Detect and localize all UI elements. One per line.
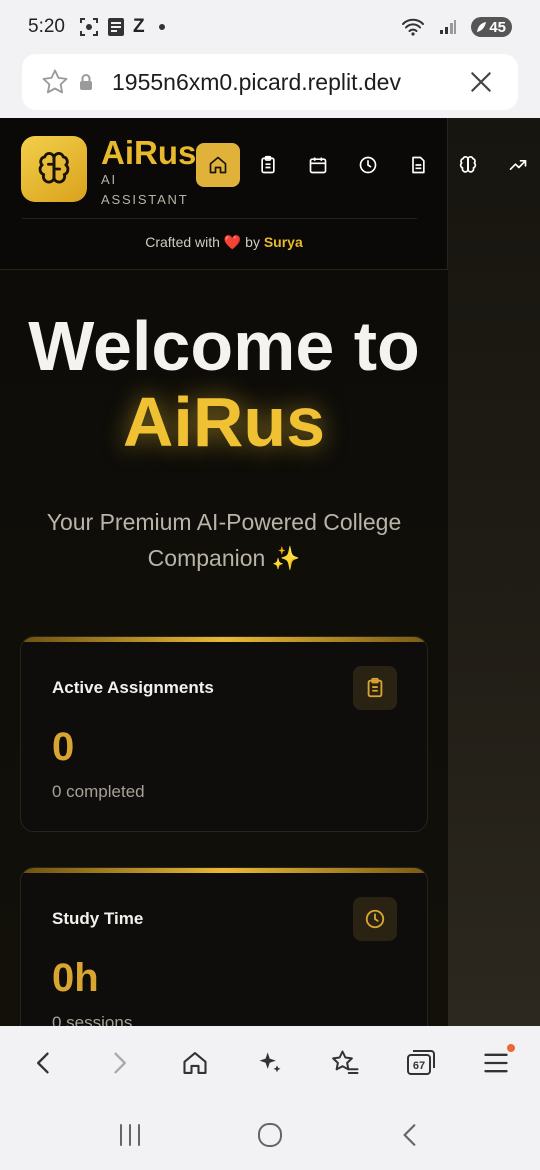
crafted-prefix: Crafted with — [145, 234, 220, 250]
back-button[interactable] — [19, 1038, 69, 1088]
menu-button[interactable] — [471, 1038, 521, 1088]
system-home-button[interactable] — [245, 1110, 295, 1160]
notes-app-icon — [107, 17, 125, 37]
page-viewport: AiRus AI ASSISTANT Crafted with ❤️ by Su… — [0, 118, 540, 1026]
nav-calendar-button[interactable] — [296, 143, 340, 187]
brain-icon — [459, 155, 477, 173]
trending-icon — [509, 160, 527, 170]
brand-name: AiRus — [101, 134, 197, 171]
forward-button[interactable] — [94, 1038, 144, 1088]
menu-icon — [484, 1053, 508, 1073]
app-nav — [196, 143, 540, 187]
back-chevron-icon — [403, 1124, 416, 1146]
brand-subtitle: AI ASSISTANT — [101, 172, 189, 207]
stat-card-study-time[interactable]: Study Time 0h 0 sessions — [20, 867, 428, 1026]
clock-icon — [353, 897, 397, 941]
close-icon[interactable] — [468, 69, 494, 95]
battery-indicator: 45 — [471, 17, 512, 37]
stat-card-assignments[interactable]: Active Assignments 0 0 completed — [20, 636, 428, 832]
nav-assignments-button[interactable] — [246, 143, 290, 187]
header-divider — [22, 218, 417, 219]
status-bar: 5:20 Z 45 — [0, 0, 540, 54]
menu-notification-dot — [507, 1044, 516, 1052]
favorite-star-icon[interactable] — [40, 67, 70, 97]
dashboard-main: Welcome to AiRus Your Premium AI-Powered… — [0, 270, 448, 1026]
author-name: Surya — [263, 234, 303, 250]
clipboard-icon — [353, 666, 397, 710]
home-circle-icon — [258, 1123, 282, 1147]
wifi-icon — [401, 18, 425, 36]
welcome-heading: Welcome to — [28, 307, 420, 385]
recent-apps-button[interactable] — [105, 1110, 155, 1160]
clipboard-icon — [261, 155, 275, 174]
card-title: Active Assignments — [52, 678, 214, 697]
tabs-button[interactable]: 67 — [396, 1038, 446, 1088]
recent-apps-icon — [120, 1124, 140, 1146]
nav-ai-button[interactable] — [446, 143, 490, 187]
app-header: AiRus AI ASSISTANT Crafted with ❤️ by Su… — [0, 118, 527, 270]
calendar-icon — [309, 157, 327, 174]
card-subtext: 0 completed — [52, 782, 145, 801]
tab-count: 67 — [413, 1060, 425, 1072]
card-subtext: 0 sessions — [52, 1013, 133, 1026]
tagline: Your Premium AI-Powered College Companio… — [46, 509, 402, 571]
card-value: 0 — [52, 725, 75, 769]
card-title: Study Time — [52, 909, 144, 928]
nav-progress-button[interactable] — [496, 143, 540, 187]
card-accent-bar — [21, 868, 427, 873]
status-time: 5:20 — [28, 16, 65, 37]
forward-arrow-icon — [114, 1052, 127, 1074]
nav-study-time-button[interactable] — [346, 143, 390, 187]
bookmarks-button[interactable] — [320, 1038, 370, 1088]
z-app-label: Z — [132, 16, 145, 37]
card-value: 0h — [52, 956, 99, 1000]
system-back-button[interactable] — [385, 1110, 435, 1160]
system-nav-bar — [0, 1100, 540, 1170]
welcome-accent: AiRus — [122, 383, 326, 461]
card-accent-bar — [21, 637, 427, 642]
battery-level: 45 — [489, 18, 506, 36]
browser-toolbar: 67 — [0, 1026, 540, 1100]
document-icon — [412, 156, 425, 174]
crafted-by-line: Crafted with ❤️ by Surya — [0, 234, 448, 251]
home-icon — [182, 1052, 207, 1074]
tabs-icon: 67 — [406, 1050, 435, 1075]
heart-icon: ❤️ — [223, 234, 242, 250]
battery-saver-icon — [477, 22, 487, 32]
star-list-icon — [332, 1050, 359, 1074]
nav-home-button[interactable] — [196, 143, 240, 187]
lock-icon — [78, 73, 94, 91]
signal-icon — [439, 19, 457, 35]
home-button[interactable] — [170, 1038, 220, 1088]
ai-assistant-button[interactable] — [245, 1038, 295, 1088]
address-bar[interactable]: 1955n6xm0.picard.replit.dev — [22, 54, 518, 110]
url-text[interactable]: 1955n6xm0.picard.replit.dev — [112, 69, 401, 96]
home-icon — [209, 156, 227, 174]
brain-logo-icon[interactable] — [21, 136, 87, 202]
crafted-by-word: by — [245, 234, 260, 250]
nav-notes-button[interactable] — [396, 143, 440, 187]
sparkle-icon — [259, 1052, 281, 1073]
screenshot-icon — [79, 17, 99, 37]
notification-dot-icon — [158, 24, 165, 30]
back-arrow-icon — [36, 1052, 49, 1074]
clock-icon — [359, 156, 377, 174]
overlay-backdrop[interactable] — [448, 118, 540, 1026]
